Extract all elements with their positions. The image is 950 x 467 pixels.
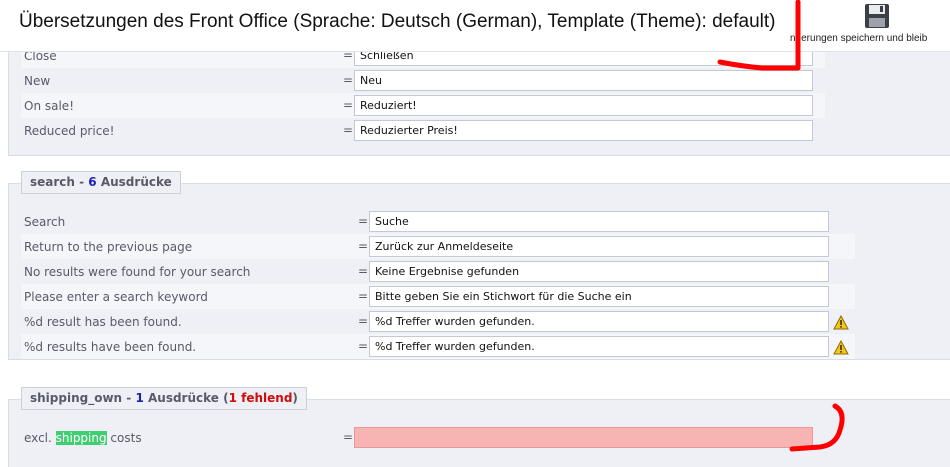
translation-row: excl. shipping costs = xyxy=(21,425,825,450)
row-label: Please enter a search keyword xyxy=(24,290,208,304)
legend-close-paren: ) xyxy=(292,391,298,405)
expression-count: 6 xyxy=(88,175,97,189)
translation-row: %d results have been found. = %d Treffer… xyxy=(21,334,855,359)
row-label: Reduced price! xyxy=(24,124,115,138)
equals-sign: = xyxy=(358,289,369,303)
row-label: excl. shipping costs xyxy=(24,431,142,445)
equals-sign: = xyxy=(358,214,369,228)
row-label: On sale! xyxy=(24,99,74,113)
label-text: costs xyxy=(106,431,142,445)
section-legend[interactable]: search - 6 Ausdrücke xyxy=(21,171,181,194)
row-label: Search xyxy=(24,215,66,229)
translation-input[interactable]: Reduzierter Preis! xyxy=(354,120,813,141)
equals-sign: = xyxy=(358,239,369,253)
missing-count: 1 xyxy=(228,391,237,405)
save-and-stay-button[interactable]: nderungen speichern und bleib xyxy=(790,0,950,52)
translation-input[interactable]: %d Treffer wurden gefunden. xyxy=(369,311,829,332)
legend-separator: - xyxy=(122,391,136,405)
warning-icon xyxy=(833,315,849,330)
translation-row: Please enter a search keyword = Bitte ge… xyxy=(21,284,855,309)
translation-input[interactable]: Reduziert! xyxy=(354,95,813,116)
row-label: Return to the previous page xyxy=(24,240,193,254)
equals-sign: = xyxy=(358,314,369,328)
row-label: %d results have been found. xyxy=(24,340,197,354)
row-label: %d result has been found. xyxy=(24,315,182,329)
row-label: New xyxy=(24,74,51,88)
expression-count: 1 xyxy=(135,391,144,405)
translation-section-partial: Close = Schließen New = Neu On sale! = R… xyxy=(8,38,950,156)
translation-section-search: search - 6 Ausdrücke Search = Suche Retu… xyxy=(8,171,950,360)
page-header: Übersetzungen des Front Office (Sprache:… xyxy=(0,0,950,52)
translation-input[interactable]: Bitte geben Sie ein Stichwort für die Su… xyxy=(369,286,829,307)
translation-input[interactable]: Zurück zur Anmeldeseite xyxy=(369,236,829,257)
translation-row: No results were found for your search = … xyxy=(21,259,855,284)
search-highlight: shipping xyxy=(55,431,107,445)
legend-separator: - xyxy=(74,175,89,189)
translation-input[interactable]: Neu xyxy=(354,70,813,91)
equals-sign: = xyxy=(343,123,354,137)
page-title: Übersetzungen des Front Office (Sprache:… xyxy=(19,11,776,32)
translation-input[interactable]: Keine Ergebnise gefunden xyxy=(369,261,829,282)
label-text: excl. xyxy=(24,431,56,445)
translation-row: New = Neu xyxy=(21,68,825,93)
translation-row: %d result has been found. = %d Treffer w… xyxy=(21,309,855,334)
translation-row: On sale! = Reduziert! xyxy=(21,93,825,118)
warning-icon xyxy=(833,340,849,355)
missing-translation-input[interactable] xyxy=(354,427,813,448)
legend-suffix: Ausdrücke ( xyxy=(143,391,229,405)
section-legend[interactable]: shipping_own - 1 Ausdrücke (1 fehlend) xyxy=(21,387,307,410)
floppy-disk-icon xyxy=(865,4,889,28)
section-name: search xyxy=(30,175,75,189)
section-name: shipping_own xyxy=(30,391,123,405)
equals-sign: = xyxy=(358,339,369,353)
legend-suffix: Ausdrücke xyxy=(96,175,172,189)
translation-section-shipping: shipping_own - 1 Ausdrücke (1 fehlend) e… xyxy=(8,387,950,467)
equals-sign: = xyxy=(343,430,354,444)
equals-sign: = xyxy=(358,264,369,278)
save-and-stay-label: nderungen speichern und bleib xyxy=(790,33,928,44)
equals-sign: = xyxy=(343,73,354,87)
translation-row: Reduced price! = Reduzierter Preis! xyxy=(21,118,825,143)
translation-row: Return to the previous page = Zurück zur… xyxy=(21,234,855,259)
translation-row: Search = Suche xyxy=(21,209,855,234)
translation-input[interactable]: %d Treffer wurden gefunden. xyxy=(369,336,829,357)
equals-sign: = xyxy=(343,98,354,112)
missing-label: fehlend xyxy=(236,391,293,405)
row-label: No results were found for your search xyxy=(24,265,251,279)
translation-input[interactable]: Suche xyxy=(369,211,829,232)
